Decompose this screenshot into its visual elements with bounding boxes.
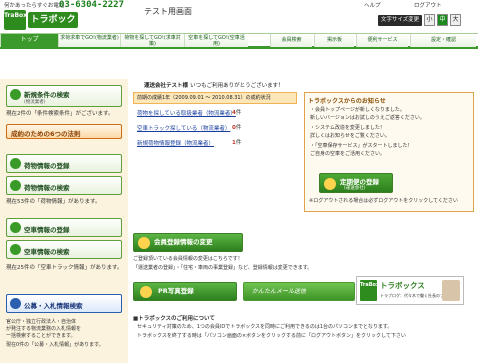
sidebar: 新規条件の検索 (物流業者) 現在2件の「条件検索条件」がございます。 成約のた… <box>0 79 128 363</box>
news-line-2: 新しいバージョンはお試しのうえご返答ください。 <box>310 115 425 121</box>
truck-icon <box>10 244 21 255</box>
font-size-medium-button[interactable]: 中 <box>437 14 448 26</box>
bid-note-1: 官公庁・独立行政法人・自治体 <box>6 319 77 325</box>
member-info-2: 「運送業者の登録」・「住宅・車両の事業登録」など、登録情報は変更できます。 <box>133 265 313 271</box>
stat-count-2: 0件 <box>232 123 241 131</box>
stat-count-2-unit: 件 <box>235 125 242 131</box>
logo-name: トラボックス <box>28 12 78 41</box>
camera-icon <box>140 286 152 298</box>
member-info-1: ご登録頂いている会員情報の変更はこちらです！ <box>133 256 243 262</box>
news-line-6: ご自身の空車をご活用ください。 <box>310 151 386 157</box>
greeting-suffix: いつもご利用ありがとうございます！ <box>190 83 284 89</box>
truck-icon <box>10 222 21 233</box>
blog-name: トラボックス <box>380 281 425 290</box>
schedule-register-sub: (運送会社) <box>344 186 366 191</box>
truck-register-button[interactable]: 空車情報の登録 <box>6 218 122 237</box>
cargo-register-button[interactable]: 荷物情報の登録 <box>6 154 122 173</box>
cargo-search-button[interactable]: 荷物情報の検索 <box>6 176 122 195</box>
search-condition-button[interactable]: 新規条件の検索 (物流業者) <box>6 85 122 107</box>
header-phone: 03-6304-2227 <box>59 0 125 10</box>
truck-search-label: 空車情報の検索 <box>24 248 70 256</box>
page-title: テスト用画面 <box>144 7 192 16</box>
search-condition-label: 新規条件の検索 <box>24 91 70 99</box>
help-link[interactable]: ヘルプ <box>364 1 381 9</box>
nav-bulletin[interactable]: 掲示板 <box>314 34 354 47</box>
member-edit-label: 会員登録情報の変更 <box>154 238 213 246</box>
stat-link-1[interactable]: 荷物を探している取扱業者（物流業者） <box>137 109 236 117</box>
success-tips-button[interactable]: 成約のための6つの法則 <box>6 124 122 139</box>
easy-mail-label: かんたんメール送信 <box>252 288 307 295</box>
stat-count-3: 1件 <box>232 138 241 146</box>
stat-count-3-unit: 件 <box>235 140 242 146</box>
news-title: トラボックスからのお知らせ <box>308 98 386 105</box>
main-nav: トップ 求荷求車でGO!(物流業者) 荷物を探してGO!(求車対策) 空車を探し… <box>0 33 478 49</box>
news-panel: トラボックスからのお知らせ ・会員トップページが新しくなりました。 新しいバージ… <box>304 92 474 212</box>
logo[interactable]: 何かあったらすぐお電話 03-6304-2227 TraBox トラボックス <box>2 0 130 41</box>
success-tips-label: 成約のための6つの法則 <box>11 130 81 138</box>
truck-search-button[interactable]: 空車情報の検索 <box>6 240 122 259</box>
news-line-1: ・会員トップページが新しくなりました。 <box>310 107 405 113</box>
bid-icon <box>10 298 21 309</box>
pr-photo-button[interactable]: PR写真登録 <box>133 282 237 301</box>
bid-note-2: が発注する物流業務の入札情報を <box>6 326 82 332</box>
nav-truck-search[interactable]: 空車を探してGO!(空車活用) <box>184 34 248 47</box>
greeting-name: 運送会社テスト様 <box>144 83 189 89</box>
logo-badge: TraBox <box>4 10 27 30</box>
bid-search-button[interactable]: 公募・入札情報検索 <box>6 294 122 313</box>
president-photo <box>442 280 460 301</box>
usage-title: ■トラボックスのご利用について <box>133 316 215 322</box>
news-line-3: ・システム改造を変更しました！ <box>310 125 385 131</box>
truck-note: 現在25件の「空車トラック情報」があります。 <box>6 265 123 271</box>
logout-link[interactable]: ログアウト <box>414 1 442 9</box>
member-edit-button[interactable]: 会員登録情報の変更 <box>133 233 243 252</box>
stat-link-3[interactable]: 新規荷物情報登録（物流業者） <box>137 139 214 147</box>
news-footer: ※ログアウトされる場合は必ずログアウトをクリックしてください <box>309 198 458 204</box>
stat-count-1: 4件 <box>232 108 241 116</box>
font-size-large-button[interactable]: 大 <box>450 14 461 26</box>
news-line-4: 詳しくはお知らせをご覧ください。 <box>310 133 390 139</box>
easy-mail-button[interactable]: かんたんメール送信 <box>243 282 355 301</box>
nav-services[interactable]: 便利サービス <box>356 34 408 47</box>
nav-member-search[interactable]: 会員検索 <box>270 34 312 47</box>
bid-note-4: 現在0件の「公募・入札情報」があります。 <box>6 342 104 348</box>
cargo-icon <box>10 180 21 191</box>
news-line-5: ・「空車保存サービス」がスタートしました！ <box>310 143 413 149</box>
truck-register-label: 空車情報の登録 <box>24 226 70 234</box>
member-icon <box>138 237 150 249</box>
search-condition-sub: (物流業者) <box>24 100 46 105</box>
bid-note-3: 一括検索することができます。 <box>6 333 76 339</box>
stat-count-1-unit: 件 <box>235 110 242 116</box>
usage-line-2: トラボックスを終了する時は「パソコン画面の×ボタンをクリックする前に「ログアウト… <box>137 333 406 339</box>
search-icon <box>10 89 21 100</box>
nav-cargo-truck[interactable]: 求荷求車でGO!(物流業者) <box>58 34 120 47</box>
nav-top[interactable]: トップ <box>0 34 58 47</box>
cargo-register-label: 荷物情報の登録 <box>24 162 70 170</box>
cargo-search-label: 荷物情報の検索 <box>24 184 70 192</box>
nav-cargo-search[interactable]: 荷物を探してGO!(求車対策) <box>120 34 184 47</box>
header-tagline: 何かあったらすぐお電話 <box>4 3 65 9</box>
blog-banner[interactable]: TraBox トラボックス トラブログ：代々木で働く社長のブログ <box>356 276 464 305</box>
schedule-register-button[interactable]: 定期便の登録 (運送会社) <box>319 173 393 193</box>
stat-link-2[interactable]: 空車トラック探している（物流業者） <box>137 124 230 132</box>
search-note: 現在2件の「条件検索条件」がございます。 <box>6 111 114 117</box>
pr-photo-label: PR写真登録 <box>158 287 194 295</box>
font-size-small-button[interactable]: 小 <box>424 14 435 26</box>
bid-search-label: 公募・入札情報検索 <box>24 302 83 310</box>
nav-settings[interactable]: 設定・確認 <box>410 34 476 47</box>
cargo-note: 現在53件の「荷物情報」があります。 <box>6 199 101 205</box>
period-note: 前期の成績1年（2009.09.01 〜 2010.08.31）の成約状況 <box>133 92 297 104</box>
font-size-label: 文字サイズ変更 <box>378 15 422 26</box>
blog-badge: TraBox <box>360 280 379 301</box>
cargo-icon <box>10 158 21 169</box>
greeting: 運送会社テスト様 いつもご利用ありがとうございます！ <box>144 81 284 89</box>
truck-icon <box>324 178 336 190</box>
usage-line-1: セキュリティ対策のため、1つの会員IDでトラボックスを同時にご利用できるのは1台… <box>137 324 393 330</box>
